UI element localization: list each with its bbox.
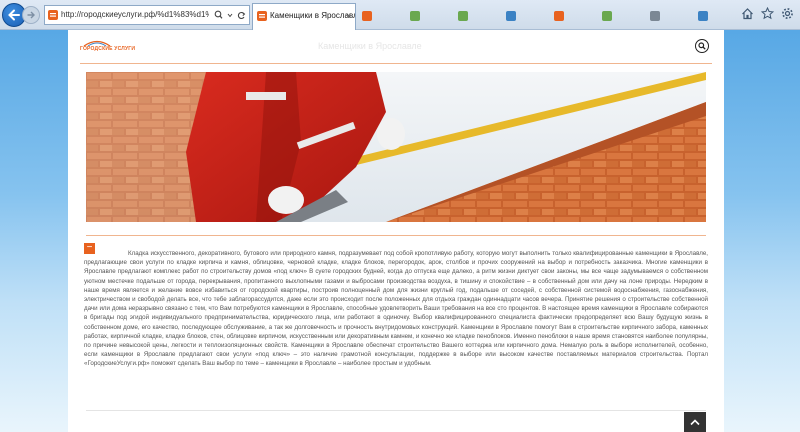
forward-button[interactable]: [22, 6, 40, 24]
dropdown-arrow-icon[interactable]: [227, 6, 233, 24]
content-divider: [86, 410, 706, 411]
site-favicon-icon: [48, 10, 58, 20]
tab-favicon-icon: [554, 11, 564, 21]
site-favicon-icon: [257, 11, 267, 21]
tab-inactive[interactable]: [504, 5, 548, 27]
search-icon: [698, 42, 706, 50]
tab-active[interactable]: Каменщики в Ярославле -... ×: [252, 3, 356, 30]
site-header: ГОРОДСКИЕ УСЛУГИ Каменщики в Ярославле: [68, 30, 724, 64]
article-text: Кладка искусственного, декоративного, бу…: [84, 250, 708, 368]
back-arrow-icon: [8, 9, 20, 21]
tab-inactive[interactable]: [360, 5, 404, 27]
site-search-button[interactable]: [695, 39, 709, 53]
chevron-up-icon: [690, 419, 700, 426]
tab-inactive[interactable]: [648, 5, 692, 27]
tab-favicon-icon: [602, 11, 612, 21]
tab-favicon-icon: [410, 11, 420, 21]
tab-inactive[interactable]: [408, 5, 452, 27]
browser-toolbar: http://городскиеуслуги.рф/%d1%83%d1%81%d…: [0, 0, 800, 30]
gear-icon[interactable]: [780, 6, 794, 20]
page-title: Каменщики в Ярославле: [318, 41, 422, 51]
tab-favicon-icon: [458, 11, 468, 21]
home-icon[interactable]: [740, 6, 754, 20]
search-icon[interactable]: [214, 6, 223, 24]
hero-divider: [86, 235, 706, 236]
tab-inactive[interactable]: [456, 5, 500, 27]
tab-favicon-icon: [698, 11, 708, 21]
logo-text: ГОРОДСКИЕ УСЛУГИ: [80, 46, 136, 52]
star-icon[interactable]: [760, 6, 774, 20]
address-bar[interactable]: http://городскиеуслуги.рф/%d1%83%d1%81%d…: [44, 5, 250, 25]
refresh-icon[interactable]: [237, 6, 246, 24]
hero-image: [86, 72, 706, 222]
header-divider: [80, 63, 712, 64]
tab-favicon-icon: [362, 11, 372, 21]
forward-arrow-icon: [27, 11, 35, 19]
web-page: ГОРОДСКИЕ УСЛУГИ Каменщики в Ярославле −…: [68, 30, 724, 432]
tab-favicon-icon: [650, 11, 660, 21]
close-tab-icon[interactable]: ×: [346, 4, 351, 28]
tab-title: Каменщики в Ярославле -...: [270, 11, 355, 20]
site-logo[interactable]: ГОРОДСКИЕ УСЛУГИ: [80, 39, 135, 57]
tab-favicon-icon: [506, 11, 516, 21]
tab-inactive[interactable]: [600, 5, 644, 27]
tab-inactive[interactable]: [552, 5, 596, 27]
scroll-to-top-button[interactable]: [684, 412, 706, 432]
tab-inactive[interactable]: [696, 5, 740, 27]
address-text: http://городскиеуслуги.рф/%d1%83%d1%81%d…: [61, 10, 209, 19]
